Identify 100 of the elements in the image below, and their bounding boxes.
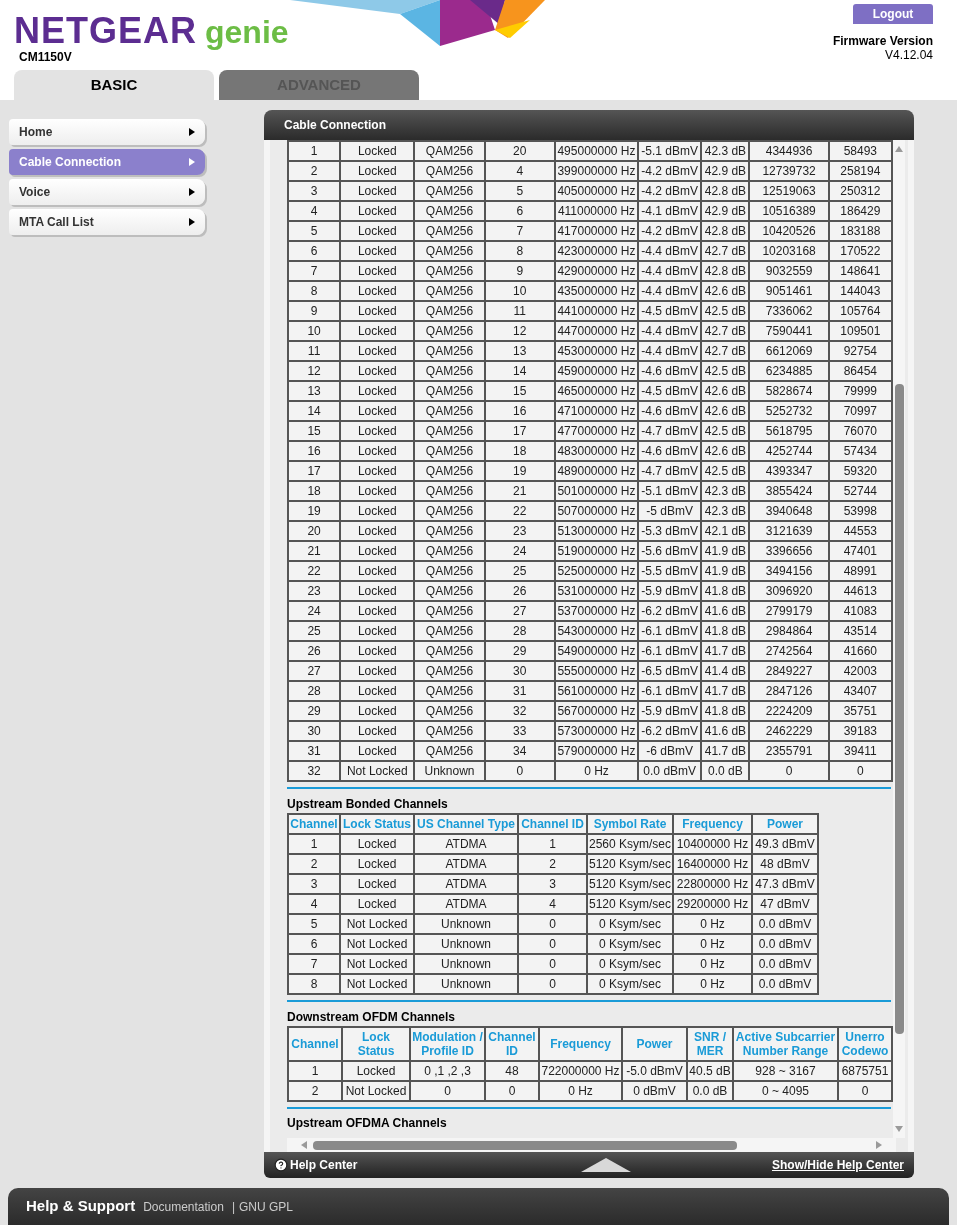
table-cell: 6612069 bbox=[749, 341, 829, 361]
table-cell: 3396656 bbox=[749, 541, 829, 561]
table-cell: -5.6 dBmV bbox=[638, 541, 702, 561]
table-cell: 447000000 Hz bbox=[554, 321, 639, 341]
table-cell: 459000000 Hz bbox=[554, 361, 639, 381]
horizontal-scrollbar[interactable] bbox=[287, 1138, 896, 1152]
table-cell: QAM256 bbox=[414, 381, 485, 401]
table-cell: ATDMA bbox=[414, 894, 518, 914]
table-cell: 0 Hz bbox=[539, 1081, 622, 1101]
table-cell: 14 bbox=[484, 361, 555, 381]
table-cell: 42.9 dB bbox=[701, 201, 750, 221]
scroll-up-icon[interactable] bbox=[895, 146, 903, 152]
footer-link[interactable]: GNU GPL bbox=[239, 1197, 294, 1216]
table-cell: 453000000 Hz bbox=[554, 341, 639, 361]
table-cell: 2847126 bbox=[749, 681, 829, 701]
table-cell: 4 bbox=[518, 894, 587, 914]
table-cell: 435000000 Hz bbox=[554, 281, 639, 301]
table-cell: Locked bbox=[340, 581, 415, 601]
table-cell: -4.2 dBmV bbox=[638, 161, 702, 181]
table-cell: QAM256 bbox=[414, 721, 485, 741]
table-cell: 42.5 dB bbox=[701, 421, 750, 441]
table-cell: 471000000 Hz bbox=[554, 401, 639, 421]
table-cell: 42.5 dB bbox=[701, 301, 750, 321]
table-cell: 32 bbox=[288, 761, 341, 781]
vertical-scrollbar[interactable] bbox=[893, 140, 905, 1138]
table-cell: 11 bbox=[484, 301, 555, 321]
table-cell: Locked bbox=[340, 321, 415, 341]
table-cell: 4252744 bbox=[749, 441, 829, 461]
logout-button[interactable]: Logout bbox=[853, 4, 933, 24]
table-cell: QAM256 bbox=[414, 421, 485, 441]
table-cell: QAM256 bbox=[414, 141, 485, 161]
table-cell: 1 bbox=[288, 1061, 342, 1081]
table-cell: 15 bbox=[288, 421, 341, 441]
column-header: Channel bbox=[288, 814, 340, 834]
table-cell: 10400000 Hz bbox=[673, 834, 752, 854]
table-cell: 19 bbox=[288, 501, 341, 521]
table-cell: 10203168 bbox=[749, 241, 829, 261]
table-cell: 0 Ksym/sec bbox=[587, 974, 673, 994]
table-cell: Locked bbox=[340, 681, 415, 701]
table-cell: 48 dBmV bbox=[752, 854, 818, 874]
table-cell: 7 bbox=[288, 261, 341, 281]
table-cell: 513000000 Hz bbox=[554, 521, 639, 541]
table-cell: 48 bbox=[485, 1061, 539, 1081]
table-cell: Unknown bbox=[414, 974, 518, 994]
sidebar-item[interactable]: Voice bbox=[9, 179, 205, 205]
tab[interactable]: BASIC bbox=[14, 70, 214, 100]
table-cell: 47 dBmV bbox=[752, 894, 818, 914]
table-cell: 579000000 Hz bbox=[554, 741, 639, 761]
table-cell: Locked bbox=[340, 241, 415, 261]
table-cell: -4.5 dBmV bbox=[638, 301, 702, 321]
table-cell: 30 bbox=[288, 721, 341, 741]
table-cell: 11 bbox=[288, 341, 341, 361]
scroll-left-icon[interactable] bbox=[301, 1141, 307, 1149]
table-cell: 29200000 Hz bbox=[673, 894, 752, 914]
table-cell: 5120 Ksym/sec bbox=[587, 874, 673, 894]
table-cell: 0.0 dB bbox=[701, 761, 750, 781]
table-cell: 42.8 dB bbox=[701, 261, 750, 281]
column-header: Frequency bbox=[673, 814, 752, 834]
table-cell: QAM256 bbox=[414, 181, 485, 201]
firmware-version: V4.12.04 bbox=[884, 48, 933, 62]
table-cell: 9051461 bbox=[749, 281, 829, 301]
table-cell: 525000000 Hz bbox=[554, 561, 639, 581]
caret-icon bbox=[189, 158, 195, 166]
table-cell: QAM256 bbox=[414, 541, 485, 561]
sidebar-item[interactable]: Home bbox=[9, 119, 205, 145]
table-cell: 42.1 dB bbox=[701, 521, 750, 541]
table-cell: Locked bbox=[340, 621, 415, 641]
table-cell: 7336062 bbox=[749, 301, 829, 321]
sidebar-item[interactable]: MTA Call List bbox=[9, 209, 205, 235]
table-cell: 411000000 Hz bbox=[554, 201, 639, 221]
table-cell: 0 Hz bbox=[673, 954, 752, 974]
table-cell: 16 bbox=[484, 401, 555, 421]
table-cell: 561000000 Hz bbox=[554, 681, 639, 701]
table-cell: Locked bbox=[340, 521, 415, 541]
table-cell: 10 bbox=[484, 281, 555, 301]
table-cell: 42.8 dB bbox=[701, 221, 750, 241]
table-cell: 19 bbox=[484, 461, 555, 481]
show-hide-help-link[interactable]: Show/Hide Help Center bbox=[771, 1156, 904, 1174]
table-cell: 3 bbox=[288, 181, 341, 201]
expand-up-icon[interactable] bbox=[581, 1158, 631, 1172]
table-cell: 10516389 bbox=[749, 201, 829, 221]
table-cell: QAM256 bbox=[414, 701, 485, 721]
scroll-right-icon[interactable] bbox=[876, 1141, 882, 1149]
column-header: Unerro Codewo bbox=[838, 1027, 892, 1061]
table-cell: 0 ,1 ,2 ,3 bbox=[410, 1061, 485, 1081]
panel-title: Cable Connection bbox=[284, 117, 386, 134]
table-cell: 4 bbox=[288, 894, 340, 914]
table-cell: -4.6 dBmV bbox=[638, 401, 702, 421]
table-cell: 0 bbox=[518, 974, 587, 994]
table-cell: 0.0 dB bbox=[687, 1081, 733, 1101]
table-cell: QAM256 bbox=[414, 321, 485, 341]
scroll-down-icon[interactable] bbox=[895, 1126, 903, 1132]
table-cell: 429000000 Hz bbox=[554, 261, 639, 281]
table-cell: -4.6 dBmV bbox=[638, 441, 702, 461]
footer-link[interactable]: Documentation bbox=[143, 1197, 224, 1216]
table-cell: 6 bbox=[484, 201, 555, 221]
table-cell: -4.4 dBmV bbox=[638, 281, 702, 301]
column-header: Lock Status bbox=[342, 1027, 410, 1061]
table-cell: 489000000 Hz bbox=[554, 461, 639, 481]
table-cell: 0 Hz bbox=[554, 761, 639, 781]
